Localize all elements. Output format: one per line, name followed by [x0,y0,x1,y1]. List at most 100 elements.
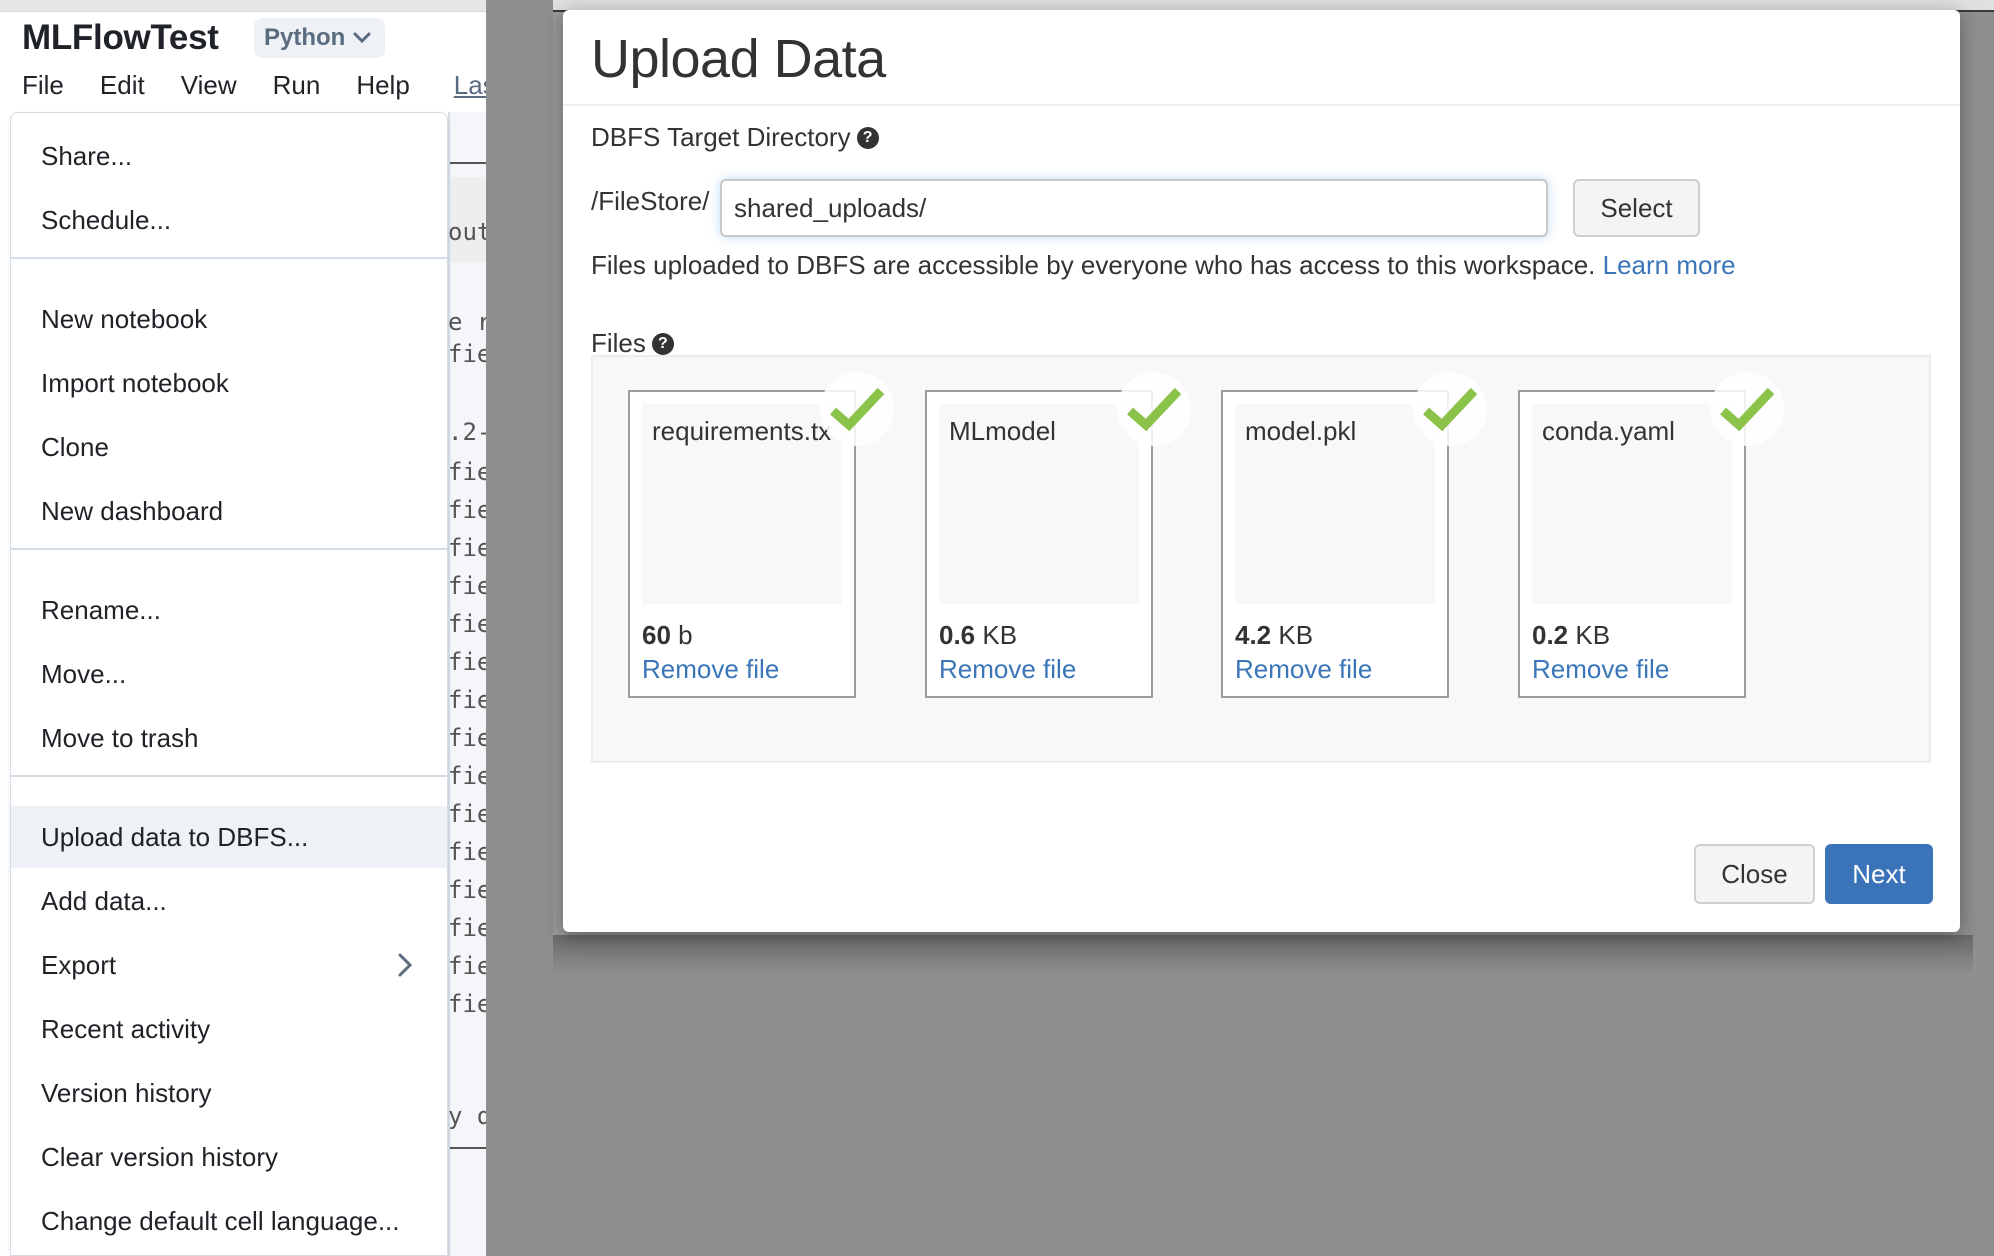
menu-item-move-to-trash[interactable]: Move to trash [11,707,447,769]
menu-item-export[interactable]: Export [11,934,447,996]
cell-divider [450,162,486,164]
menu-view[interactable]: View [181,70,237,101]
menu-item-schedule[interactable]: Schedule... [11,189,447,251]
checkmark-icon [1720,387,1775,431]
code-fragment: fie [448,952,486,980]
checkmark-icon [1127,387,1182,431]
menu-item-import-notebook[interactable]: Import notebook [11,352,447,414]
code-fragment: .2- [448,418,486,446]
notebook-title[interactable]: MLFlowTest [22,18,219,58]
modal-title: Upload Data [591,29,886,89]
code-fragment: y d [448,1102,486,1130]
file-size-value: 0.6 [939,620,976,650]
menu-item-clear-version-history[interactable]: Clear version history [11,1126,447,1188]
menu-item-add-data[interactable]: Add data... [11,870,447,932]
file-name: model.pkl [1245,416,1357,446]
target-directory-label: DBFS Target Directory ? [591,122,879,153]
select-button[interactable]: Select [1573,179,1700,237]
menu-item-rename[interactable]: Rename... [11,579,447,641]
remove-file-link[interactable]: Remove file [1532,654,1669,685]
cell-divider [450,1147,486,1149]
menu-edit[interactable]: Edit [100,70,145,101]
menu-separator [11,775,447,777]
menu-item-label: Move to trash [41,722,199,753]
menu-item-new-notebook[interactable]: New notebook [11,288,447,350]
access-notice: Files uploaded to DBFS are accessible by… [591,250,1736,281]
file-size: 0.6 KB [939,620,1017,651]
menu-item-label: Clear version history [41,1141,278,1172]
target-directory-label-text: DBFS Target Directory [591,122,851,152]
modal-shadow [553,935,1973,975]
file-card: model.pkl 4.2 KB Remove file [1221,372,1487,698]
code-fragment: fie [448,800,486,828]
menu-item-version-history[interactable]: Version history [11,1062,447,1124]
menu-item-label: Share... [41,140,133,171]
file-card: MLmodel 0.6 KB Remove file [925,372,1191,698]
file-size-value: 4.2 [1235,620,1272,650]
menu-item-new-dashboard[interactable]: New dashboard [11,480,447,542]
menu-run[interactable]: Run [273,70,321,101]
code-fragment: fie [448,534,486,562]
menu-separator [11,548,447,550]
menu-item-change-default-cell-language[interactable]: Change default cell language... [11,1190,447,1252]
file-size-value: 0.2 [1532,620,1569,650]
file-card: requirements.txt 60 b Remove file [628,372,894,698]
code-fragment: fie [448,838,486,866]
menu-item-label: Move... [41,658,127,689]
file-card: conda.yaml 0.2 KB Remove file [1518,372,1784,698]
code-fragment: fie [448,496,486,524]
upload-success-badge [1413,372,1487,446]
menu-separator [11,257,447,259]
code-fragment: fie [448,876,486,904]
close-button[interactable]: Close [1694,844,1815,904]
chevron-down-icon [353,32,371,44]
file-size: 60 b [642,620,693,651]
file-size: 4.2 KB [1235,620,1313,651]
help-icon[interactable]: ? [856,126,879,149]
remove-file-link[interactable]: Remove file [642,654,779,685]
upload-data-modal: Upload Data DBFS Target Directory ? /Fil… [563,10,1960,932]
code-fragment: fie [448,914,486,942]
code-fragment: fie [448,724,486,752]
language-dropdown[interactable]: Python [254,18,385,58]
menu-item-label: Import notebook [41,367,229,398]
menu-item-label: Add data... [41,885,167,916]
menu-file[interactable]: File [22,70,64,101]
menu-item-upload-data-to-dbfs[interactable]: Upload data to DBFS... [11,806,447,868]
target-directory-input[interactable] [720,179,1548,237]
learn-more-link[interactable]: Learn more [1603,250,1736,280]
file-size-unit: KB [1575,620,1611,650]
menu-item-label: Upload data to DBFS... [41,821,309,852]
code-fragment: fie [448,686,486,714]
code-fragment: fie [448,990,486,1018]
menu-item-label: Rename... [41,594,161,625]
code-fragment: e r [448,308,486,336]
file-size-unit: b [678,620,693,650]
menu-item-label: Version history [41,1077,212,1108]
directory-prefix: /FileStore/ [591,186,710,216]
menu-item-share[interactable]: Share... [11,125,447,187]
menu-help[interactable]: Help [356,70,409,101]
last-edit-link[interactable]: Las [454,70,486,101]
help-icon[interactable]: ? [651,332,674,355]
menu-item-label: Clone [41,431,109,462]
next-button[interactable]: Next [1825,844,1933,904]
window-top-strip [0,0,486,12]
remove-file-link[interactable]: Remove file [1235,654,1372,685]
code-fragment: out [448,218,486,246]
file-name: MLmodel [949,416,1056,446]
upload-success-badge [1710,372,1784,446]
code-fragment: fie [448,610,486,638]
menu-item-clone[interactable]: Clone [11,416,447,478]
menu-item-label: New dashboard [41,495,224,526]
chevron-right-icon [398,953,413,977]
menu-item-move[interactable]: Move... [11,643,447,705]
code-fragment: fie [448,648,486,676]
files-dropzone[interactable]: requirements.txt 60 b Remove file MLmode… [591,355,1931,763]
menu-item-label: Change default cell language... [41,1205,400,1236]
file-menu: Share... Schedule... New notebook Import no… [10,112,448,1256]
file-size: 0.2 KB [1532,620,1610,651]
menu-item-recent-activity[interactable]: Recent activity [11,998,447,1060]
checkmark-icon [830,387,885,431]
remove-file-link[interactable]: Remove file [939,654,1076,685]
